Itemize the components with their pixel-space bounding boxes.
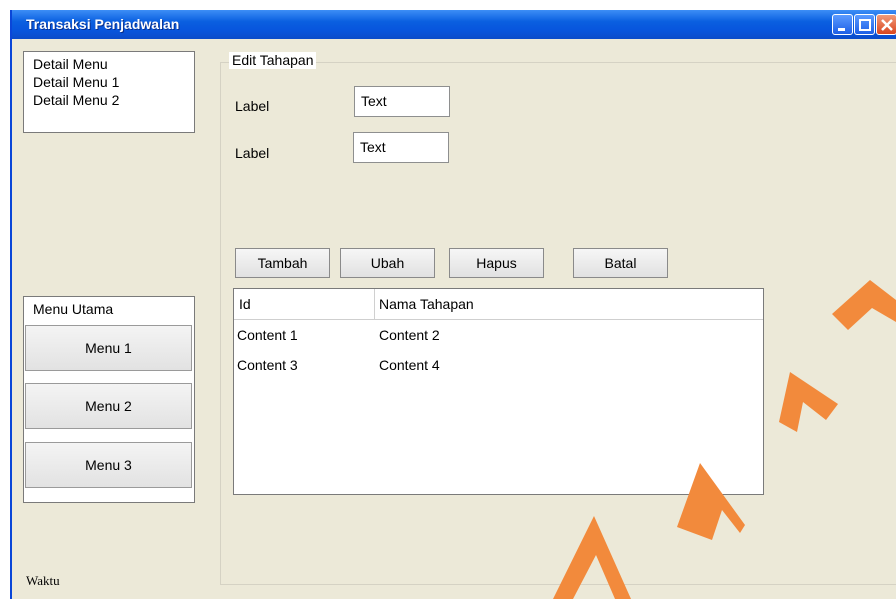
edit-group-legend: Edit Tahapan [229,52,317,69]
time-label: Waktu [26,573,60,588]
stages-table[interactable]: Id Nama Tahapan Content 1 Content 2 Cont… [233,288,764,495]
menu-2-button[interactable]: Menu 2 [25,383,192,429]
maximize-button[interactable] [854,14,875,35]
table-header: Id Nama Tahapan [234,289,763,320]
delete-button[interactable]: Hapus [449,248,544,278]
close-icon [881,19,893,31]
table-cell: Content 1 [237,327,298,343]
field-2-input[interactable]: Text [353,132,449,163]
main-window: Transaksi Penjadwalan Detail Menu Detail… [10,10,896,599]
main-menu-panel: Menu Utama Menu 1 Menu 2 Menu 3 [23,296,195,503]
add-button[interactable]: Tambah [235,248,330,278]
table-cell: Content 4 [379,357,440,373]
edit-button[interactable]: Ubah [340,248,435,278]
column-divider[interactable] [374,289,375,319]
detail-menu-header[interactable]: Detail Menu [33,56,108,72]
maximize-icon [859,19,871,31]
menu-1-button[interactable]: Menu 1 [25,325,192,371]
table-cell: Content 3 [237,357,298,373]
minimize-button[interactable] [832,14,853,35]
detail-menu-item-2[interactable]: Detail Menu 2 [33,92,119,108]
field-1-input[interactable]: Text [354,86,450,117]
table-cell: Content 2 [379,327,440,343]
minimize-icon [838,28,845,31]
window-title: Transaksi Penjadwalan [26,16,180,32]
field-1-label: Label [235,98,270,114]
detail-menu-list[interactable]: Detail Menu Detail Menu 1 Detail Menu 2 [23,51,195,133]
detail-menu-item-1[interactable]: Detail Menu 1 [33,74,119,90]
close-button[interactable] [876,14,896,35]
main-menu-title: Menu Utama [33,301,114,317]
cancel-button[interactable]: Batal [573,248,668,278]
menu-3-button[interactable]: Menu 3 [25,442,192,488]
title-bar[interactable]: Transaksi Penjadwalan [12,10,896,39]
field-2-label: Label [235,145,270,161]
column-header-name[interactable]: Nama Tahapan [379,296,474,312]
column-header-id[interactable]: Id [239,296,251,312]
